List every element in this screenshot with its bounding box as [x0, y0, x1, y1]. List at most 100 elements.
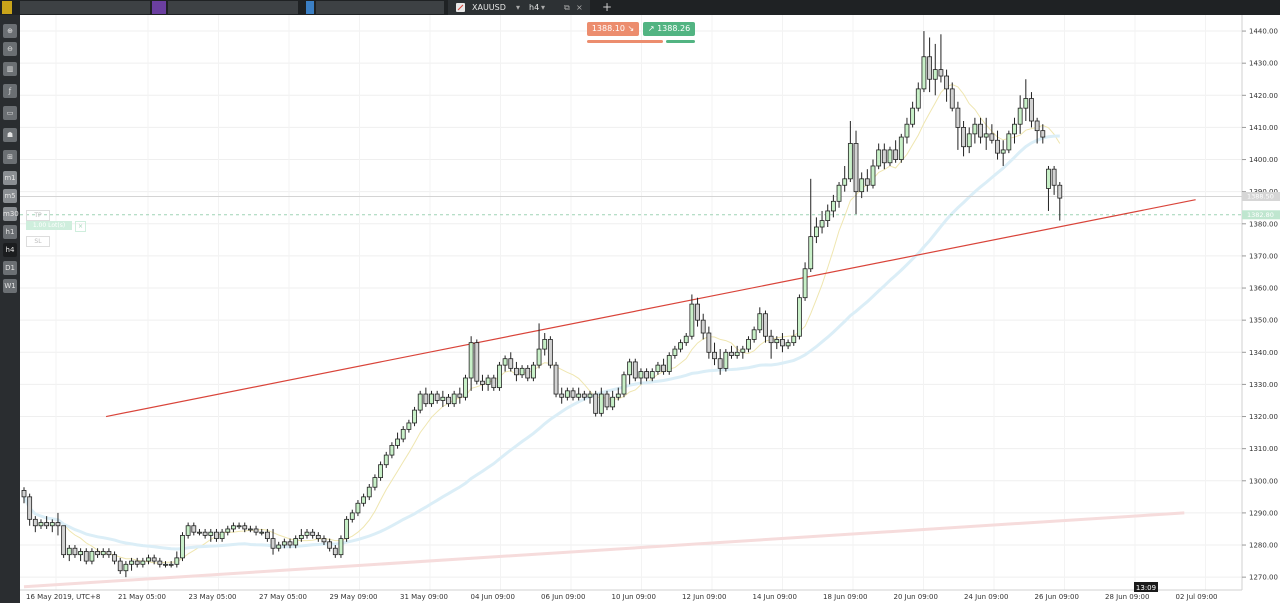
candle — [451, 390, 457, 407]
x-tick-label: 20 Jun 09:00 — [894, 593, 938, 601]
buy-button[interactable]: ↗ 1388.26 — [643, 22, 695, 36]
candle — [480, 374, 485, 391]
x-tick-label: 21 May 05:00 — [118, 593, 166, 601]
x-tick-label: 04 Jun 09:00 — [471, 593, 515, 601]
y-tick-label: 1340.00 — [1249, 349, 1278, 357]
ruler-icon[interactable]: ⊞ — [3, 150, 17, 164]
timeframe-h1[interactable]: h1 — [3, 225, 17, 239]
candle — [72, 545, 78, 558]
candle — [712, 342, 717, 366]
timeframe-m30[interactable]: m30 — [3, 207, 19, 221]
indicator-icon[interactable]: ƒ — [3, 84, 17, 98]
candle-body — [72, 547, 78, 556]
y-tick-label: 1430.00 — [1249, 60, 1278, 68]
candle — [842, 165, 848, 192]
candle-body — [259, 531, 265, 534]
symbol-dropdown-icon[interactable]: ▾ — [516, 2, 520, 13]
candle-body — [112, 554, 117, 562]
candle-body — [1040, 130, 1046, 138]
candle — [310, 528, 316, 539]
new-tab-button[interactable]: + — [602, 0, 612, 14]
candle-body — [1034, 120, 1040, 132]
candle-body — [678, 342, 683, 350]
candle — [1017, 95, 1023, 134]
candle-body — [446, 396, 451, 405]
candle-body — [978, 123, 983, 138]
y-tick-label: 1380.00 — [1249, 220, 1278, 228]
candle — [214, 528, 219, 542]
timeframe-m1[interactable]: m1 — [3, 171, 17, 185]
timeframe-m5[interactable]: m5 — [3, 189, 17, 203]
chart-type-icon[interactable]: ▥ — [3, 62, 17, 76]
candle — [683, 333, 689, 346]
candle-body — [174, 557, 180, 565]
candle — [632, 358, 638, 382]
candle — [768, 329, 774, 359]
objects-icon[interactable]: ☗ — [3, 128, 17, 142]
y-tick-label: 1330.00 — [1249, 381, 1278, 389]
candle — [610, 390, 616, 411]
candle — [134, 557, 140, 568]
candle — [910, 101, 916, 128]
candle-body — [881, 149, 887, 164]
x-tick-label: 28 Jun 09:00 — [1105, 593, 1149, 601]
candle-body — [480, 380, 485, 385]
y-tick-label: 1350.00 — [1249, 317, 1278, 325]
candle — [100, 548, 106, 558]
candle-body — [576, 393, 582, 398]
price-chart[interactable]: 1270.00 1280.00 1290.00 1300.00 1310.00 1320.… — [20, 15, 1280, 603]
candle — [949, 82, 955, 112]
timeframe-d1[interactable]: D1 — [3, 261, 17, 275]
candle — [389, 442, 395, 459]
candle-body — [598, 393, 604, 414]
candle-body — [406, 422, 412, 430]
candle-body — [870, 165, 876, 186]
zoom-out-icon[interactable]: ⊖ — [3, 42, 17, 56]
candle-body — [361, 496, 367, 504]
x-tick-label: 02 Jul 09:00 — [1176, 593, 1218, 601]
sell-button[interactable]: 1388.10 ↘ — [587, 22, 639, 36]
candle — [966, 127, 972, 154]
popout-icon[interactable]: ⧉ — [564, 2, 570, 13]
candle — [146, 554, 151, 565]
candle — [547, 336, 553, 369]
candle-body — [955, 107, 961, 128]
lots-chip[interactable]: 1.00 Lot(s) — [26, 221, 72, 230]
timeframe-dropdown-icon[interactable]: ▾ — [541, 2, 545, 13]
candle — [689, 294, 695, 340]
candle-body — [672, 348, 678, 356]
candle — [723, 349, 729, 372]
candle — [853, 130, 859, 215]
close-tab-icon[interactable]: × — [576, 2, 583, 13]
moving-average-line — [22, 134, 1060, 551]
timeframe-h4[interactable]: h4 — [3, 243, 17, 257]
y-tick-label: 1420.00 — [1249, 92, 1278, 100]
candle-body — [202, 531, 208, 536]
zoom-in-icon[interactable]: ⊕ — [3, 24, 17, 38]
timeframe-w1[interactable]: W1 — [3, 279, 17, 293]
candle-body — [712, 351, 717, 360]
candle-body — [372, 477, 378, 488]
tab-xauusd[interactable]: XAUUSD ▾ h4 ▾ ⧉ × — [448, 0, 590, 15]
candle-body — [168, 563, 174, 566]
buy-arrow-icon: ↗ — [647, 24, 655, 33]
buy-underline — [666, 40, 695, 43]
tp-chip[interactable]: TP — [26, 210, 50, 221]
candle-body — [876, 149, 882, 167]
candle — [32, 516, 38, 533]
candle-body — [819, 220, 825, 228]
tab-timeframe[interactable]: h4 — [529, 2, 539, 13]
candle-body — [61, 525, 67, 556]
sl-chip[interactable]: SL — [26, 236, 50, 247]
candle — [491, 374, 497, 391]
candle — [695, 297, 700, 327]
window-icon[interactable]: ▭ — [3, 106, 17, 120]
close-order-icon[interactable]: × — [75, 221, 86, 232]
candle-body — [208, 531, 214, 536]
candle — [746, 336, 751, 353]
x-tick-label: 18 Jun 09:00 — [823, 593, 867, 601]
candle-body — [417, 393, 423, 411]
candle — [898, 133, 904, 163]
candle-body — [1051, 168, 1057, 186]
candle — [576, 387, 582, 401]
